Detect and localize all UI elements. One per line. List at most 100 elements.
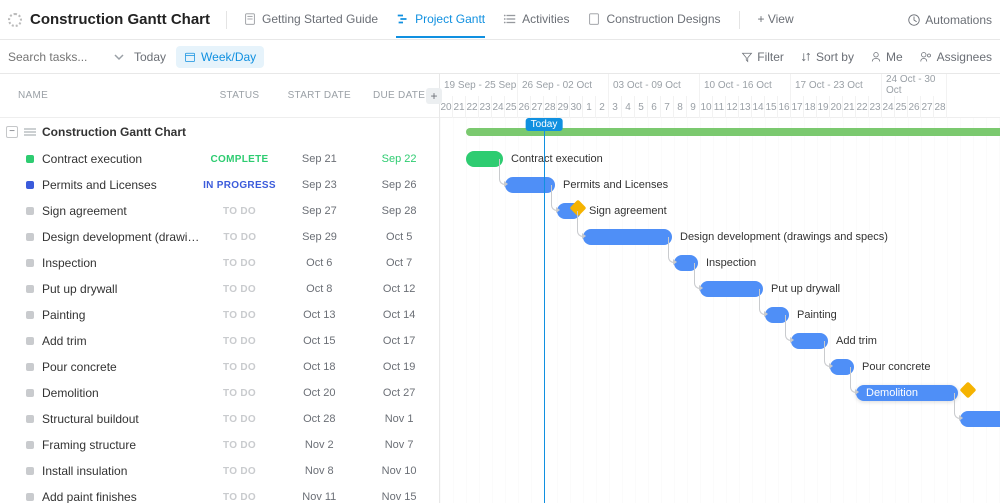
task-name-cell[interactable]: Install insulation	[0, 464, 200, 478]
status-cell[interactable]: TO DO	[200, 492, 280, 503]
task-name-cell[interactable]: Contract execution	[0, 152, 200, 166]
start-date-cell[interactable]: Oct 28	[279, 413, 359, 425]
start-date-cell[interactable]: Oct 6	[279, 257, 359, 269]
start-date-cell[interactable]: Oct 8	[279, 283, 359, 295]
automations-button[interactable]: Automations	[907, 13, 992, 27]
tab-activities[interactable]: Activities	[503, 2, 569, 38]
status-cell[interactable]: TO DO	[200, 284, 280, 295]
assignees-filter[interactable]: Assignees	[919, 50, 992, 64]
search-input[interactable]	[8, 50, 108, 64]
table-row[interactable]: Framing structureTO DONov 2Nov 7	[0, 432, 439, 458]
table-row[interactable]: Add trimTO DOOct 15Oct 17	[0, 328, 439, 354]
task-name-cell[interactable]: Put up drywall	[0, 282, 200, 296]
table-row[interactable]: DemolitionTO DOOct 20Oct 27	[0, 380, 439, 406]
due-date-cell[interactable]: Oct 19	[359, 361, 439, 373]
start-date-cell[interactable]: Oct 20	[279, 387, 359, 399]
task-name-cell[interactable]: Framing structure	[0, 438, 200, 452]
me-filter[interactable]: Me	[870, 50, 903, 64]
task-name-cell[interactable]: Permits and Licenses	[0, 178, 200, 192]
start-date-cell[interactable]: Oct 13	[279, 309, 359, 321]
gantt-bar[interactable]: Painting	[765, 307, 789, 323]
col-header-status[interactable]: Status	[200, 90, 280, 101]
due-date-cell[interactable]: Sep 22	[359, 153, 439, 165]
table-row[interactable]: Add paint finishesTO DONov 11Nov 15	[0, 484, 439, 503]
status-cell[interactable]: TO DO	[200, 206, 280, 217]
start-date-cell[interactable]: Nov 2	[279, 439, 359, 451]
task-name-cell[interactable]: Pour concrete	[0, 360, 200, 374]
due-date-cell[interactable]: Oct 14	[359, 309, 439, 321]
today-button[interactable]: Today	[134, 50, 166, 64]
tab-getting-started[interactable]: Getting Started Guide	[243, 2, 378, 38]
tab-construction-designs[interactable]: Construction Designs	[587, 2, 720, 38]
task-name-cell[interactable]: Structural buildout	[0, 412, 200, 426]
gantt-bar[interactable]: Contract execution	[466, 151, 503, 167]
start-date-cell[interactable]: Oct 18	[279, 361, 359, 373]
gantt-timeline[interactable]: 19 Sep - 25 Sep26 Sep - 02 Oct03 Oct - 0…	[440, 74, 1000, 503]
start-date-cell[interactable]: Oct 15	[279, 335, 359, 347]
status-cell[interactable]: TO DO	[200, 232, 280, 243]
gantt-bar[interactable]: Inspection	[674, 255, 698, 271]
due-date-cell[interactable]: Nov 10	[359, 465, 439, 477]
status-cell[interactable]: COMPLETE	[200, 154, 280, 165]
tab-project-gantt[interactable]: Project Gantt	[396, 2, 485, 38]
filter-button[interactable]: Filter	[741, 50, 784, 64]
table-row[interactable]: PaintingTO DOOct 13Oct 14	[0, 302, 439, 328]
status-cell[interactable]: TO DO	[200, 310, 280, 321]
due-date-cell[interactable]: Sep 28	[359, 205, 439, 217]
group-row[interactable]: − Construction Gantt Chart	[0, 118, 439, 146]
table-row[interactable]: Structural buildoutTO DOOct 28Nov 1	[0, 406, 439, 432]
table-row[interactable]: Contract executionCOMPLETESep 21Sep 22	[0, 146, 439, 172]
due-date-cell[interactable]: Nov 15	[359, 491, 439, 503]
task-name-cell[interactable]: Inspection	[0, 256, 200, 270]
table-row[interactable]: Permits and LicensesIN PROGRESSSep 23Sep…	[0, 172, 439, 198]
task-name-cell[interactable]: Add trim	[0, 334, 200, 348]
status-cell[interactable]: TO DO	[200, 362, 280, 373]
start-date-cell[interactable]: Sep 21	[279, 153, 359, 165]
status-cell[interactable]: TO DO	[200, 466, 280, 477]
task-name-cell[interactable]: Demolition	[0, 386, 200, 400]
table-row[interactable]: Put up drywallTO DOOct 8Oct 12	[0, 276, 439, 302]
search-box[interactable]	[8, 50, 124, 64]
col-header-name[interactable]: NAME	[0, 90, 200, 101]
gantt-bar[interactable]: Permits and Licenses	[505, 177, 555, 193]
table-row[interactable]: Sign agreementTO DOSep 27Sep 28	[0, 198, 439, 224]
start-date-cell[interactable]: Sep 23	[279, 179, 359, 191]
table-row[interactable]: Install insulationTO DONov 8Nov 10	[0, 458, 439, 484]
task-name-cell[interactable]: Sign agreement	[0, 204, 200, 218]
gantt-bar[interactable]: Put up drywall	[700, 281, 763, 297]
gantt-bar[interactable]: Add trim	[791, 333, 828, 349]
table-row[interactable]: Pour concreteTO DOOct 18Oct 19	[0, 354, 439, 380]
chevron-down-icon[interactable]	[114, 52, 124, 62]
zoom-toggle[interactable]: Week/Day	[176, 46, 264, 68]
table-row[interactable]: Design development (drawings and specs)T…	[0, 224, 439, 250]
due-date-cell[interactable]: Oct 5	[359, 231, 439, 243]
status-cell[interactable]: TO DO	[200, 388, 280, 399]
start-date-cell[interactable]: Nov 11	[279, 491, 359, 503]
start-date-cell[interactable]: Nov 8	[279, 465, 359, 477]
start-date-cell[interactable]: Sep 27	[279, 205, 359, 217]
due-date-cell[interactable]: Sep 26	[359, 179, 439, 191]
task-name-cell[interactable]: Painting	[0, 308, 200, 322]
status-cell[interactable]: TO DO	[200, 440, 280, 451]
sort-button[interactable]: Sort by	[800, 50, 854, 64]
due-date-cell[interactable]: Nov 7	[359, 439, 439, 451]
due-date-cell[interactable]: Nov 1	[359, 413, 439, 425]
milestone-icon[interactable]	[960, 382, 977, 399]
status-cell[interactable]: TO DO	[200, 414, 280, 425]
status-cell[interactable]: IN PROGRESS	[200, 180, 280, 191]
add-view-button[interactable]: + View	[758, 2, 794, 38]
due-date-cell[interactable]: Oct 27	[359, 387, 439, 399]
col-header-start[interactable]: Start Date	[279, 90, 359, 101]
gantt-bar[interactable]: Pour concrete	[830, 359, 854, 375]
status-cell[interactable]: TO DO	[200, 336, 280, 347]
due-date-cell[interactable]: Oct 7	[359, 257, 439, 269]
gantt-bar[interactable]: Design development (drawings and specs)	[583, 229, 672, 245]
table-row[interactable]: InspectionTO DOOct 6Oct 7	[0, 250, 439, 276]
due-date-cell[interactable]: Oct 12	[359, 283, 439, 295]
gantt-bar[interactable]: Structural buildout	[960, 411, 1000, 427]
start-date-cell[interactable]: Sep 29	[280, 231, 360, 243]
collapse-toggle[interactable]: −	[6, 126, 18, 138]
task-name-cell[interactable]: Add paint finishes	[0, 490, 200, 503]
due-date-cell[interactable]: Oct 17	[359, 335, 439, 347]
gantt-bar[interactable]: Demolition	[856, 385, 958, 401]
